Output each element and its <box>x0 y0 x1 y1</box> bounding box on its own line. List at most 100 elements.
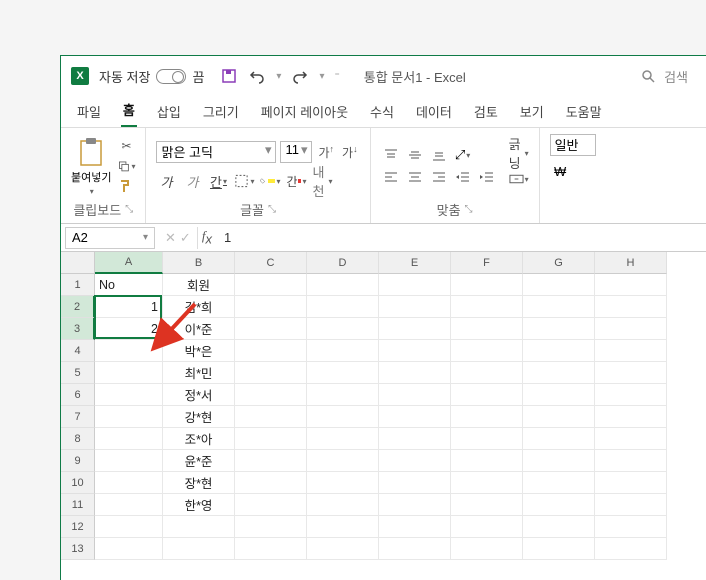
row-header[interactable]: 4 <box>61 340 95 362</box>
cell[interactable] <box>379 384 451 406</box>
cell[interactable] <box>523 340 595 362</box>
cell[interactable] <box>95 450 163 472</box>
cell[interactable] <box>523 494 595 516</box>
cell[interactable] <box>451 274 523 296</box>
orientation-icon[interactable]: ⤢▾ <box>453 146 473 164</box>
copy-icon[interactable]: ▾ <box>117 158 135 174</box>
cell[interactable] <box>451 318 523 340</box>
cell[interactable]: 회원 <box>163 274 235 296</box>
decrease-indent-icon[interactable] <box>453 168 473 186</box>
cell[interactable] <box>379 274 451 296</box>
cell[interactable] <box>451 340 523 362</box>
cell[interactable] <box>95 340 163 362</box>
tab-home[interactable]: 홈 <box>121 94 137 127</box>
align-center-icon[interactable] <box>405 168 425 186</box>
cell[interactable]: 이*준 <box>163 318 235 340</box>
cell[interactable] <box>95 406 163 428</box>
column-header[interactable]: A <box>95 252 163 274</box>
cell[interactable] <box>523 362 595 384</box>
cell[interactable] <box>379 406 451 428</box>
cell[interactable] <box>595 538 667 560</box>
cell[interactable] <box>95 494 163 516</box>
font-size-select[interactable]: 11▾ <box>280 141 312 163</box>
cell[interactable] <box>235 538 307 560</box>
row-header[interactable]: 11 <box>61 494 95 516</box>
cell[interactable] <box>451 406 523 428</box>
cell[interactable] <box>451 384 523 406</box>
cell[interactable] <box>307 538 379 560</box>
cell[interactable] <box>523 296 595 318</box>
column-header[interactable]: D <box>307 252 379 274</box>
cell[interactable] <box>595 516 667 538</box>
cell[interactable]: 1 <box>95 296 163 318</box>
cell[interactable] <box>163 538 235 560</box>
increase-indent-icon[interactable] <box>477 168 497 186</box>
cell[interactable] <box>307 472 379 494</box>
font-color-icon[interactable]: 간▾ <box>286 171 306 191</box>
cell[interactable] <box>379 450 451 472</box>
column-header[interactable]: C <box>235 252 307 274</box>
cell[interactable] <box>451 494 523 516</box>
cell[interactable] <box>523 274 595 296</box>
cell[interactable] <box>595 450 667 472</box>
cell[interactable] <box>307 494 379 516</box>
row-header[interactable]: 1 <box>61 274 95 296</box>
cell[interactable] <box>451 362 523 384</box>
fill-color-icon[interactable]: ▾ <box>260 171 280 191</box>
column-header[interactable]: H <box>595 252 667 274</box>
tab-layout[interactable]: 페이지 레이아웃 <box>259 96 350 127</box>
cell[interactable] <box>595 296 667 318</box>
cell[interactable] <box>379 472 451 494</box>
search-box[interactable]: 검색 <box>632 63 696 90</box>
cell[interactable] <box>451 472 523 494</box>
cell[interactable] <box>95 362 163 384</box>
align-left-icon[interactable] <box>381 168 401 186</box>
cell[interactable] <box>307 428 379 450</box>
cell[interactable]: 장*현 <box>163 472 235 494</box>
border-icon[interactable]: ▾ <box>234 171 254 191</box>
fx-icon[interactable]: fx <box>198 228 216 247</box>
cell[interactable] <box>595 494 667 516</box>
column-header[interactable]: E <box>379 252 451 274</box>
tab-review[interactable]: 검토 <box>472 96 500 127</box>
cell[interactable] <box>235 428 307 450</box>
align-middle-icon[interactable] <box>405 146 425 164</box>
cell[interactable] <box>451 450 523 472</box>
chevron-down-icon[interactable]: ▾ <box>276 71 281 82</box>
cell[interactable] <box>307 406 379 428</box>
cell[interactable] <box>523 516 595 538</box>
dialog-launcher-icon[interactable]: ⤡ <box>465 204 473 215</box>
cell[interactable]: 강*현 <box>163 406 235 428</box>
cell-area[interactable]: No회원1김*희2이*준박*은최*민정*서강*현조*아윤*준장*현한*영 <box>95 274 706 560</box>
cell[interactable] <box>379 362 451 384</box>
cell[interactable] <box>235 384 307 406</box>
increase-font-icon[interactable]: 가↑ <box>316 144 336 161</box>
autosave-toggle[interactable]: 자동 저장 끔 <box>99 67 204 86</box>
align-right-icon[interactable] <box>429 168 449 186</box>
cell[interactable] <box>163 516 235 538</box>
cell[interactable] <box>235 318 307 340</box>
cell[interactable] <box>379 516 451 538</box>
cell[interactable] <box>95 428 163 450</box>
cell[interactable] <box>307 296 379 318</box>
cell[interactable] <box>595 362 667 384</box>
cell[interactable] <box>235 406 307 428</box>
cell[interactable]: 조*아 <box>163 428 235 450</box>
row-header[interactable]: 5 <box>61 362 95 384</box>
cell[interactable] <box>523 538 595 560</box>
row-header[interactable]: 6 <box>61 384 95 406</box>
cell[interactable] <box>235 472 307 494</box>
font-name-select[interactable]: 맑은 고딕 ▾ <box>156 141 276 163</box>
cell[interactable] <box>595 274 667 296</box>
save-icon[interactable] <box>220 67 238 85</box>
cell[interactable] <box>595 318 667 340</box>
row-header[interactable]: 8 <box>61 428 95 450</box>
name-box[interactable]: A2 ▾ <box>65 227 155 249</box>
cell[interactable] <box>95 472 163 494</box>
cell[interactable]: 최*민 <box>163 362 235 384</box>
cell[interactable] <box>379 538 451 560</box>
number-format-select[interactable]: 일반 <box>550 134 596 156</box>
cell[interactable] <box>95 516 163 538</box>
cell[interactable] <box>523 406 595 428</box>
redo-icon[interactable] <box>291 67 309 85</box>
